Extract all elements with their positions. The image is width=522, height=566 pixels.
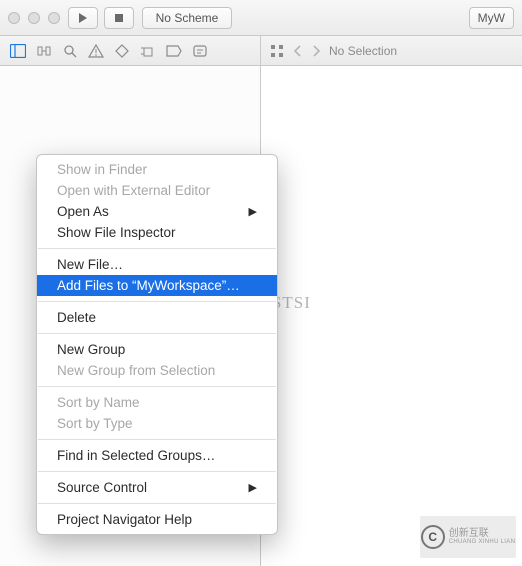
menu-label: Show File Inspector	[57, 225, 176, 240]
report-navigator-icon[interactable]	[192, 43, 208, 59]
destination-selector[interactable]: MyW	[469, 7, 514, 29]
menu-delete[interactable]: Delete	[37, 307, 277, 328]
run-button[interactable]	[68, 7, 98, 29]
menu-open-external[interactable]: Open with External Editor	[37, 180, 277, 201]
no-selection-label: No Selection	[329, 44, 397, 58]
provider-logo-text: 创新互联 CHUANG XINHU LIAN	[449, 528, 515, 546]
editor-area	[261, 66, 522, 566]
navigator-bar: No Selection	[0, 36, 522, 66]
debug-navigator-icon[interactable]	[140, 43, 156, 59]
run-controls	[68, 7, 134, 29]
main-area: https://blog.csdn.net/PRESISTSI Show in …	[0, 66, 522, 566]
menu-label: Sort by Type	[57, 416, 133, 431]
menu-show-inspector[interactable]: Show File Inspector	[37, 222, 277, 243]
context-menu: Show in Finder Open with External Editor…	[36, 154, 278, 535]
scheme-selector[interactable]: No Scheme	[142, 7, 232, 29]
menu-separator	[38, 301, 276, 302]
stop-button[interactable]	[104, 7, 134, 29]
stop-icon	[114, 13, 124, 23]
menu-sort-name[interactable]: Sort by Name	[37, 392, 277, 413]
menu-new-file[interactable]: New File…	[37, 254, 277, 275]
find-navigator-icon[interactable]	[62, 43, 78, 59]
menu-label: Show in Finder	[57, 162, 147, 177]
titlebar: No Scheme MyW	[0, 0, 522, 36]
related-items-icon[interactable]	[269, 43, 285, 59]
menu-separator	[38, 471, 276, 472]
menu-label: Find in Selected Groups…	[57, 448, 215, 463]
traffic-lights	[8, 12, 60, 24]
menu-sort-type[interactable]: Sort by Type	[37, 413, 277, 434]
provider-logo-icon: C	[421, 525, 445, 549]
destination-label: MyW	[478, 11, 505, 25]
menu-show-in-finder[interactable]: Show in Finder	[37, 159, 277, 180]
menu-separator	[38, 386, 276, 387]
menu-label: Project Navigator Help	[57, 512, 192, 527]
provider-watermark: C 创新互联 CHUANG XINHU LIAN	[420, 516, 516, 558]
scheme-label: No Scheme	[156, 11, 219, 25]
play-icon	[78, 13, 88, 23]
close-window-icon[interactable]	[8, 12, 20, 24]
forward-icon[interactable]	[311, 45, 321, 57]
menu-label: Delete	[57, 310, 96, 325]
jump-bar: No Selection	[261, 36, 522, 65]
menu-label: New File…	[57, 257, 123, 272]
zoom-window-icon[interactable]	[48, 12, 60, 24]
menu-separator	[38, 503, 276, 504]
submenu-arrow-icon: ▶	[249, 481, 257, 494]
menu-separator	[38, 248, 276, 249]
test-navigator-icon[interactable]	[114, 43, 130, 59]
minimize-window-icon[interactable]	[28, 12, 40, 24]
menu-source-control[interactable]: Source Control ▶	[37, 477, 277, 498]
logo-line2: CHUANG XINHU LIAN	[449, 539, 515, 546]
logo-letter: C	[428, 530, 437, 544]
menu-separator	[38, 439, 276, 440]
logo-line1: 创新互联	[449, 528, 515, 539]
menu-label: Add Files to “MyWorkspace”…	[57, 278, 240, 293]
menu-new-group-selection[interactable]: New Group from Selection	[37, 360, 277, 381]
menu-project-help[interactable]: Project Navigator Help	[37, 509, 277, 530]
project-navigator-icon[interactable]	[10, 43, 26, 59]
menu-label: Open with External Editor	[57, 183, 210, 198]
issue-navigator-icon[interactable]	[88, 43, 104, 59]
menu-label: Open As	[57, 204, 109, 219]
menu-label: New Group	[57, 342, 125, 357]
menu-new-group[interactable]: New Group	[37, 339, 277, 360]
menu-open-as[interactable]: Open As ▶	[37, 201, 277, 222]
menu-label: New Group from Selection	[57, 363, 215, 378]
menu-find-groups[interactable]: Find in Selected Groups…	[37, 445, 277, 466]
back-icon[interactable]	[293, 45, 303, 57]
navigator-tabs	[0, 36, 261, 65]
menu-add-files[interactable]: Add Files to “MyWorkspace”…	[37, 275, 277, 296]
menu-label: Sort by Name	[57, 395, 140, 410]
submenu-arrow-icon: ▶	[249, 205, 257, 218]
menu-label: Source Control	[57, 480, 147, 495]
menu-separator	[38, 333, 276, 334]
source-control-navigator-icon[interactable]	[36, 43, 52, 59]
breakpoint-navigator-icon[interactable]	[166, 43, 182, 59]
